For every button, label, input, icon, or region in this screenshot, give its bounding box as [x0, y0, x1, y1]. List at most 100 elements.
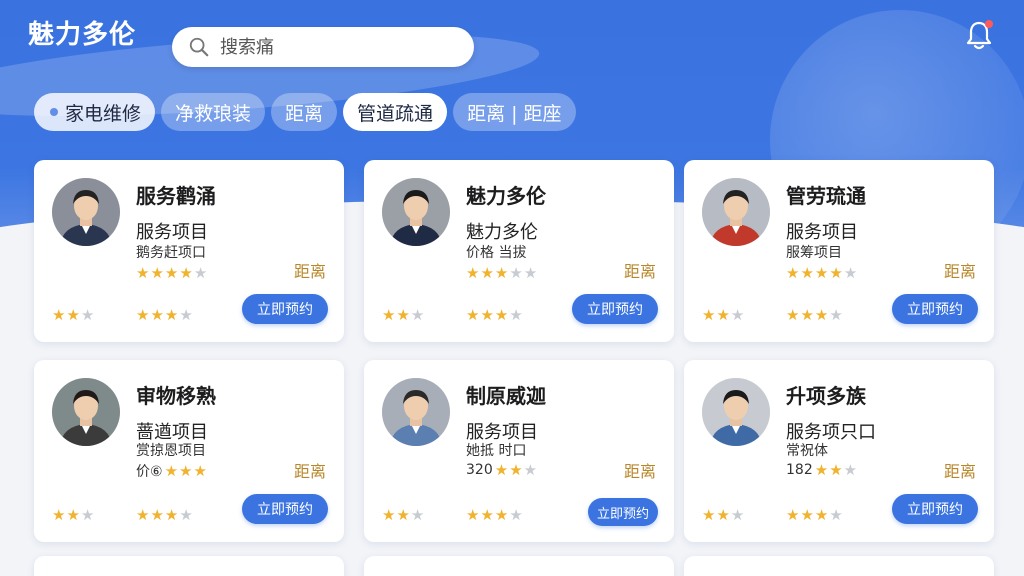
star-icon: ★	[480, 506, 495, 524]
star-icon: ★	[800, 506, 815, 524]
provider-name: 审物移熟	[136, 384, 216, 408]
star-icon: ★	[702, 506, 717, 524]
star-icon: ★	[80, 306, 96, 324]
book-now-button[interactable]: 立即预约	[242, 294, 328, 324]
service-card-partial	[364, 556, 674, 576]
star-icon: ★	[193, 264, 209, 282]
star-icon: ★	[80, 506, 96, 524]
service-card[interactable]: 审物移熟 蔷遒项目 赏掠恩项目 价⑥ ★★★ 距离 ★★★ ★★★★ 立即预约	[34, 360, 344, 542]
distance-label: 距离	[943, 462, 976, 481]
star-icon: ★	[716, 506, 731, 524]
rating-stars-left: ★★★	[382, 506, 425, 524]
star-icon: ★	[702, 306, 717, 324]
person-photo-icon	[52, 378, 120, 446]
search-bar[interactable]	[172, 27, 474, 67]
rating-stars-left: ★★★	[52, 306, 95, 324]
service-card[interactable]: 魅力多伦 魅力多伦 价格 当拔 ★★★★★ 距离 ★★★ ★★★★ 立即预约	[364, 160, 674, 342]
star-icon: ★	[829, 461, 844, 479]
star-icon: ★	[786, 506, 801, 524]
star-icon: ★	[716, 306, 731, 324]
service-detail: 服筹项目	[786, 245, 842, 261]
rating-stars-right: ★★★★	[466, 506, 524, 524]
star-icon: ★	[136, 264, 151, 282]
rating-stars-left: ★★★	[52, 506, 95, 524]
rating-stars-right: ★★★★	[466, 306, 524, 324]
search-input[interactable]	[220, 36, 450, 58]
book-now-button[interactable]: 立即预约	[242, 494, 328, 524]
service-label: 服务项目	[786, 222, 858, 243]
star-icon: ★	[382, 506, 397, 524]
service-card[interactable]: 升项多族 服务项只口 常祝体 182 ★★★ 距离 ★★★ ★★★★ 立即预约	[684, 360, 994, 542]
person-photo-icon	[52, 178, 120, 246]
tab-cleaning[interactable]: 净救琅装	[161, 93, 266, 131]
service-detail: 价格 当拔	[466, 245, 527, 261]
avatar	[52, 378, 120, 446]
service-card[interactable]: 制原威迦 服务项目 她抵 时口 320 ★★★ 距离 ★★★ ★★★★ 立即预约	[364, 360, 674, 542]
book-now-button[interactable]: 立即预约	[588, 498, 658, 526]
star-icon: ★	[52, 306, 67, 324]
provider-name: 升项多族	[786, 384, 866, 408]
price-value: 320	[466, 462, 493, 478]
service-card[interactable]: 服务鹳涌 服务项目 鹅务赶项口 ★★★★★ 距离 ★★★ ★★★★ 立即预约	[34, 160, 344, 342]
service-card[interactable]: 管劳琉通 服务项目 服筹项目 ★★★★★ 距离 ★★★ ★★★★ 立即预约	[684, 160, 994, 342]
star-icon: ★	[136, 506, 151, 524]
avatar	[382, 378, 450, 446]
star-icon: ★	[66, 306, 81, 324]
service-card-partial	[34, 556, 344, 576]
star-icon: ★	[66, 506, 81, 524]
rating-stars: ★★★★★	[466, 264, 538, 282]
star-icon: ★	[466, 306, 481, 324]
rating-stars: ★★★★★	[786, 264, 858, 282]
service-detail: 赏掠恩项目	[136, 443, 206, 459]
star-icon: ★	[829, 264, 844, 282]
rating-stars-right: ★★★★	[136, 306, 194, 324]
star-icon: ★	[164, 506, 180, 524]
provider-name: 魅力多伦	[466, 184, 546, 208]
rating-stars-right: ★★★★	[786, 306, 844, 324]
tab-label: 管道疏通	[357, 102, 434, 125]
star-icon: ★	[814, 506, 830, 524]
price-row: 320 ★★★	[466, 461, 538, 479]
book-now-button[interactable]: 立即预约	[572, 294, 658, 324]
provider-name: 管劳琉通	[786, 184, 866, 208]
tab-pipe-unclog[interactable]: 管道疏通	[343, 93, 448, 131]
rating-stars-left: ★★★	[702, 506, 745, 524]
book-now-button[interactable]: 立即预约	[892, 494, 978, 524]
service-detail: 常祝体	[786, 443, 828, 459]
tab-appliance-repair[interactable]: 家电维修	[34, 93, 156, 131]
person-photo-icon	[382, 378, 450, 446]
search-icon	[189, 37, 209, 57]
star-icon: ★	[382, 306, 397, 324]
book-now-button[interactable]: 立即预约	[892, 294, 978, 324]
provider-name: 制原威迦	[466, 384, 546, 408]
distance-label: 距离	[623, 262, 656, 281]
rating-stars-inline: ★★★	[815, 461, 858, 479]
price-value: 182	[786, 462, 813, 478]
star-icon: ★	[814, 306, 830, 324]
price-row: 182 ★★★	[786, 461, 858, 479]
star-icon: ★	[466, 264, 481, 282]
star-icon: ★	[52, 506, 67, 524]
rating-stars-right: ★★★★	[786, 506, 844, 524]
star-icon: ★	[786, 264, 801, 282]
price-row: 价⑥ ★★★	[136, 461, 208, 481]
rating-stars-right: ★★★★	[136, 506, 194, 524]
star-icon: ★	[829, 506, 844, 524]
rating-stars-inline: ★★★	[495, 461, 538, 479]
tab-label: 家电维修	[65, 102, 142, 125]
star-icon: ★	[829, 306, 844, 324]
star-icon: ★	[179, 264, 194, 282]
category-tabs: 家电维修 净救琅装 距离 管道疏通 距离 | 距座	[34, 93, 576, 131]
star-icon: ★	[523, 461, 539, 479]
star-icon: ★	[396, 306, 411, 324]
star-icon: ★	[800, 306, 815, 324]
rating-stars-inline: ★★★	[165, 462, 208, 480]
tab-distance[interactable]: 距离	[271, 93, 338, 131]
star-icon: ★	[509, 264, 524, 282]
star-icon: ★	[164, 462, 180, 480]
tab-distance-seat[interactable]: 距离 | 距座	[453, 93, 576, 131]
star-icon: ★	[466, 506, 481, 524]
person-photo-icon	[702, 378, 770, 446]
person-photo-icon	[702, 178, 770, 246]
star-icon: ★	[179, 306, 194, 324]
